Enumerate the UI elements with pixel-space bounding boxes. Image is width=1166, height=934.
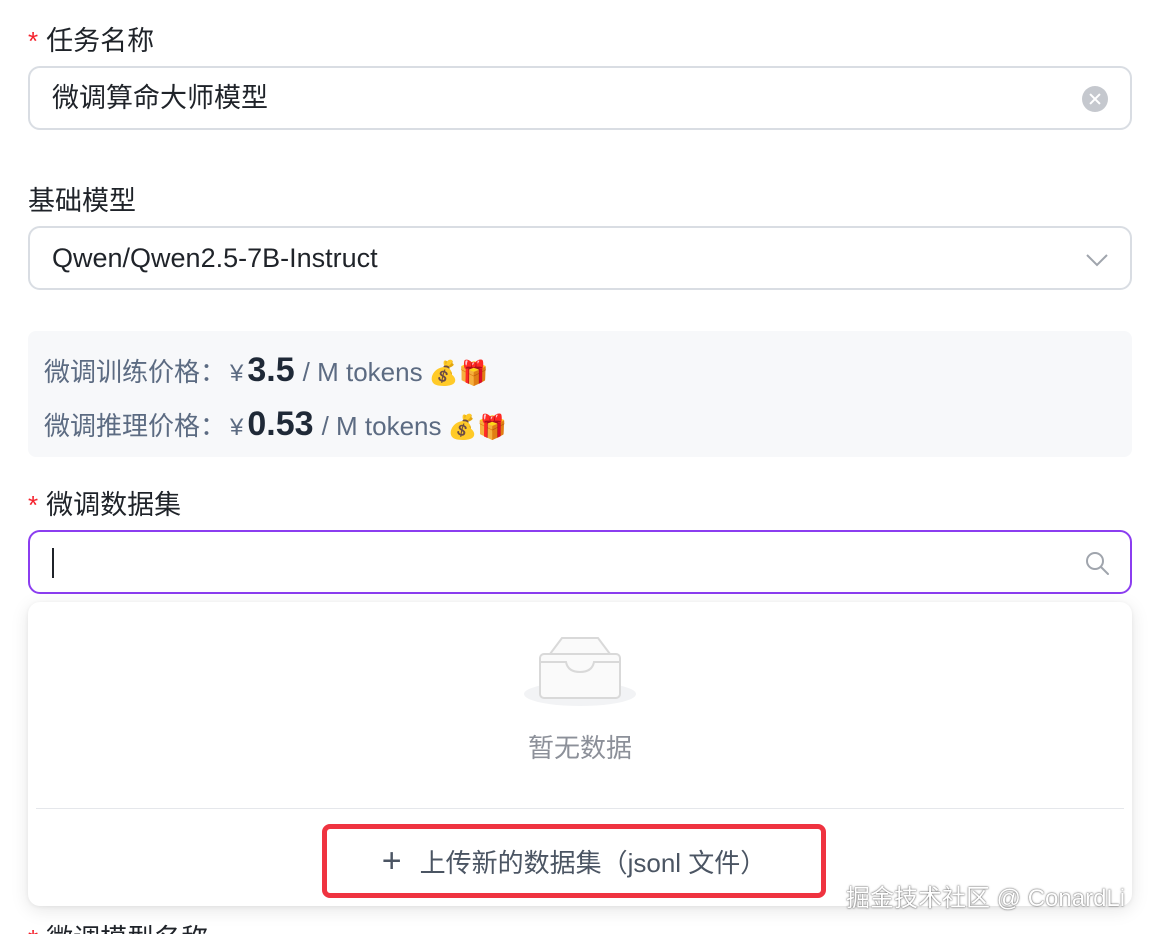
required-mark: *: [28, 924, 38, 934]
upload-dataset-button[interactable]: + 上传新的数据集（jsonl 文件）: [322, 824, 826, 898]
money-gift-icon: 💰🎁: [428, 360, 489, 387]
dataset-label-text: 微调数据集: [46, 490, 182, 520]
required-mark: *: [28, 490, 39, 520]
base-model-label: 基础模型: [28, 186, 136, 216]
upload-dataset-label: 上传新的数据集（jsonl 文件）: [419, 847, 767, 878]
plus-icon: +: [381, 842, 402, 880]
dataset-label: * 微调数据集: [28, 488, 181, 522]
text-caret: [52, 548, 54, 578]
divider: [36, 808, 1124, 809]
chevron-down-icon: [1086, 254, 1108, 267]
empty-text: 暂无数据: [527, 733, 632, 763]
base-model-select[interactable]: Qwen/Qwen2.5-7B-Instruct: [28, 226, 1132, 290]
watermark: 掘金技术社区 @ ConardLi: [846, 885, 1126, 912]
training-price-label: 微调训练价格：: [44, 357, 227, 387]
training-price-unit: / M tokens: [302, 357, 423, 387]
inference-price-row: 微调推理价格： ¥ 0.53 / M tokens 💰🎁: [44, 405, 507, 444]
dataset-dropdown: 暂无数据 + 上传新的数据集（jsonl 文件）: [28, 602, 1132, 906]
empty-inbox-icon: [524, 637, 636, 706]
pricing-panel: 微调训练价格： ¥ 3.5 / M tokens 💰🎁 微调推理价格： ¥ 0.…: [28, 331, 1132, 457]
task-name-input[interactable]: 微调算命大师模型: [28, 66, 1132, 130]
inference-currency: ¥: [230, 414, 244, 441]
model-name-label-text: 微调模型名称: [46, 924, 208, 934]
training-price-row: 微调训练价格： ¥ 3.5 / M tokens 💰🎁: [44, 351, 488, 390]
required-mark: *: [28, 26, 39, 56]
base-model-value: Qwen/Qwen2.5-7B-Instruct: [52, 243, 378, 273]
training-currency: ¥: [230, 360, 244, 387]
inference-price-amount: 0.53: [247, 405, 314, 443]
money-gift-icon: 💰🎁: [447, 414, 508, 441]
task-name-label: * 任务名称: [28, 24, 154, 58]
task-name-value: 微调算命大师模型: [52, 83, 268, 113]
dataset-search-input[interactable]: [28, 530, 1132, 594]
clear-icon[interactable]: [1082, 86, 1108, 112]
model-name-label: * 微调模型名称: [28, 922, 208, 934]
inference-price-unit: / M tokens: [321, 411, 442, 441]
task-name-label-text: 任务名称: [46, 26, 155, 56]
inference-price-label: 微调推理价格：: [44, 411, 227, 441]
training-price-amount: 3.5: [247, 351, 295, 389]
search-icon: [1086, 552, 1109, 575]
